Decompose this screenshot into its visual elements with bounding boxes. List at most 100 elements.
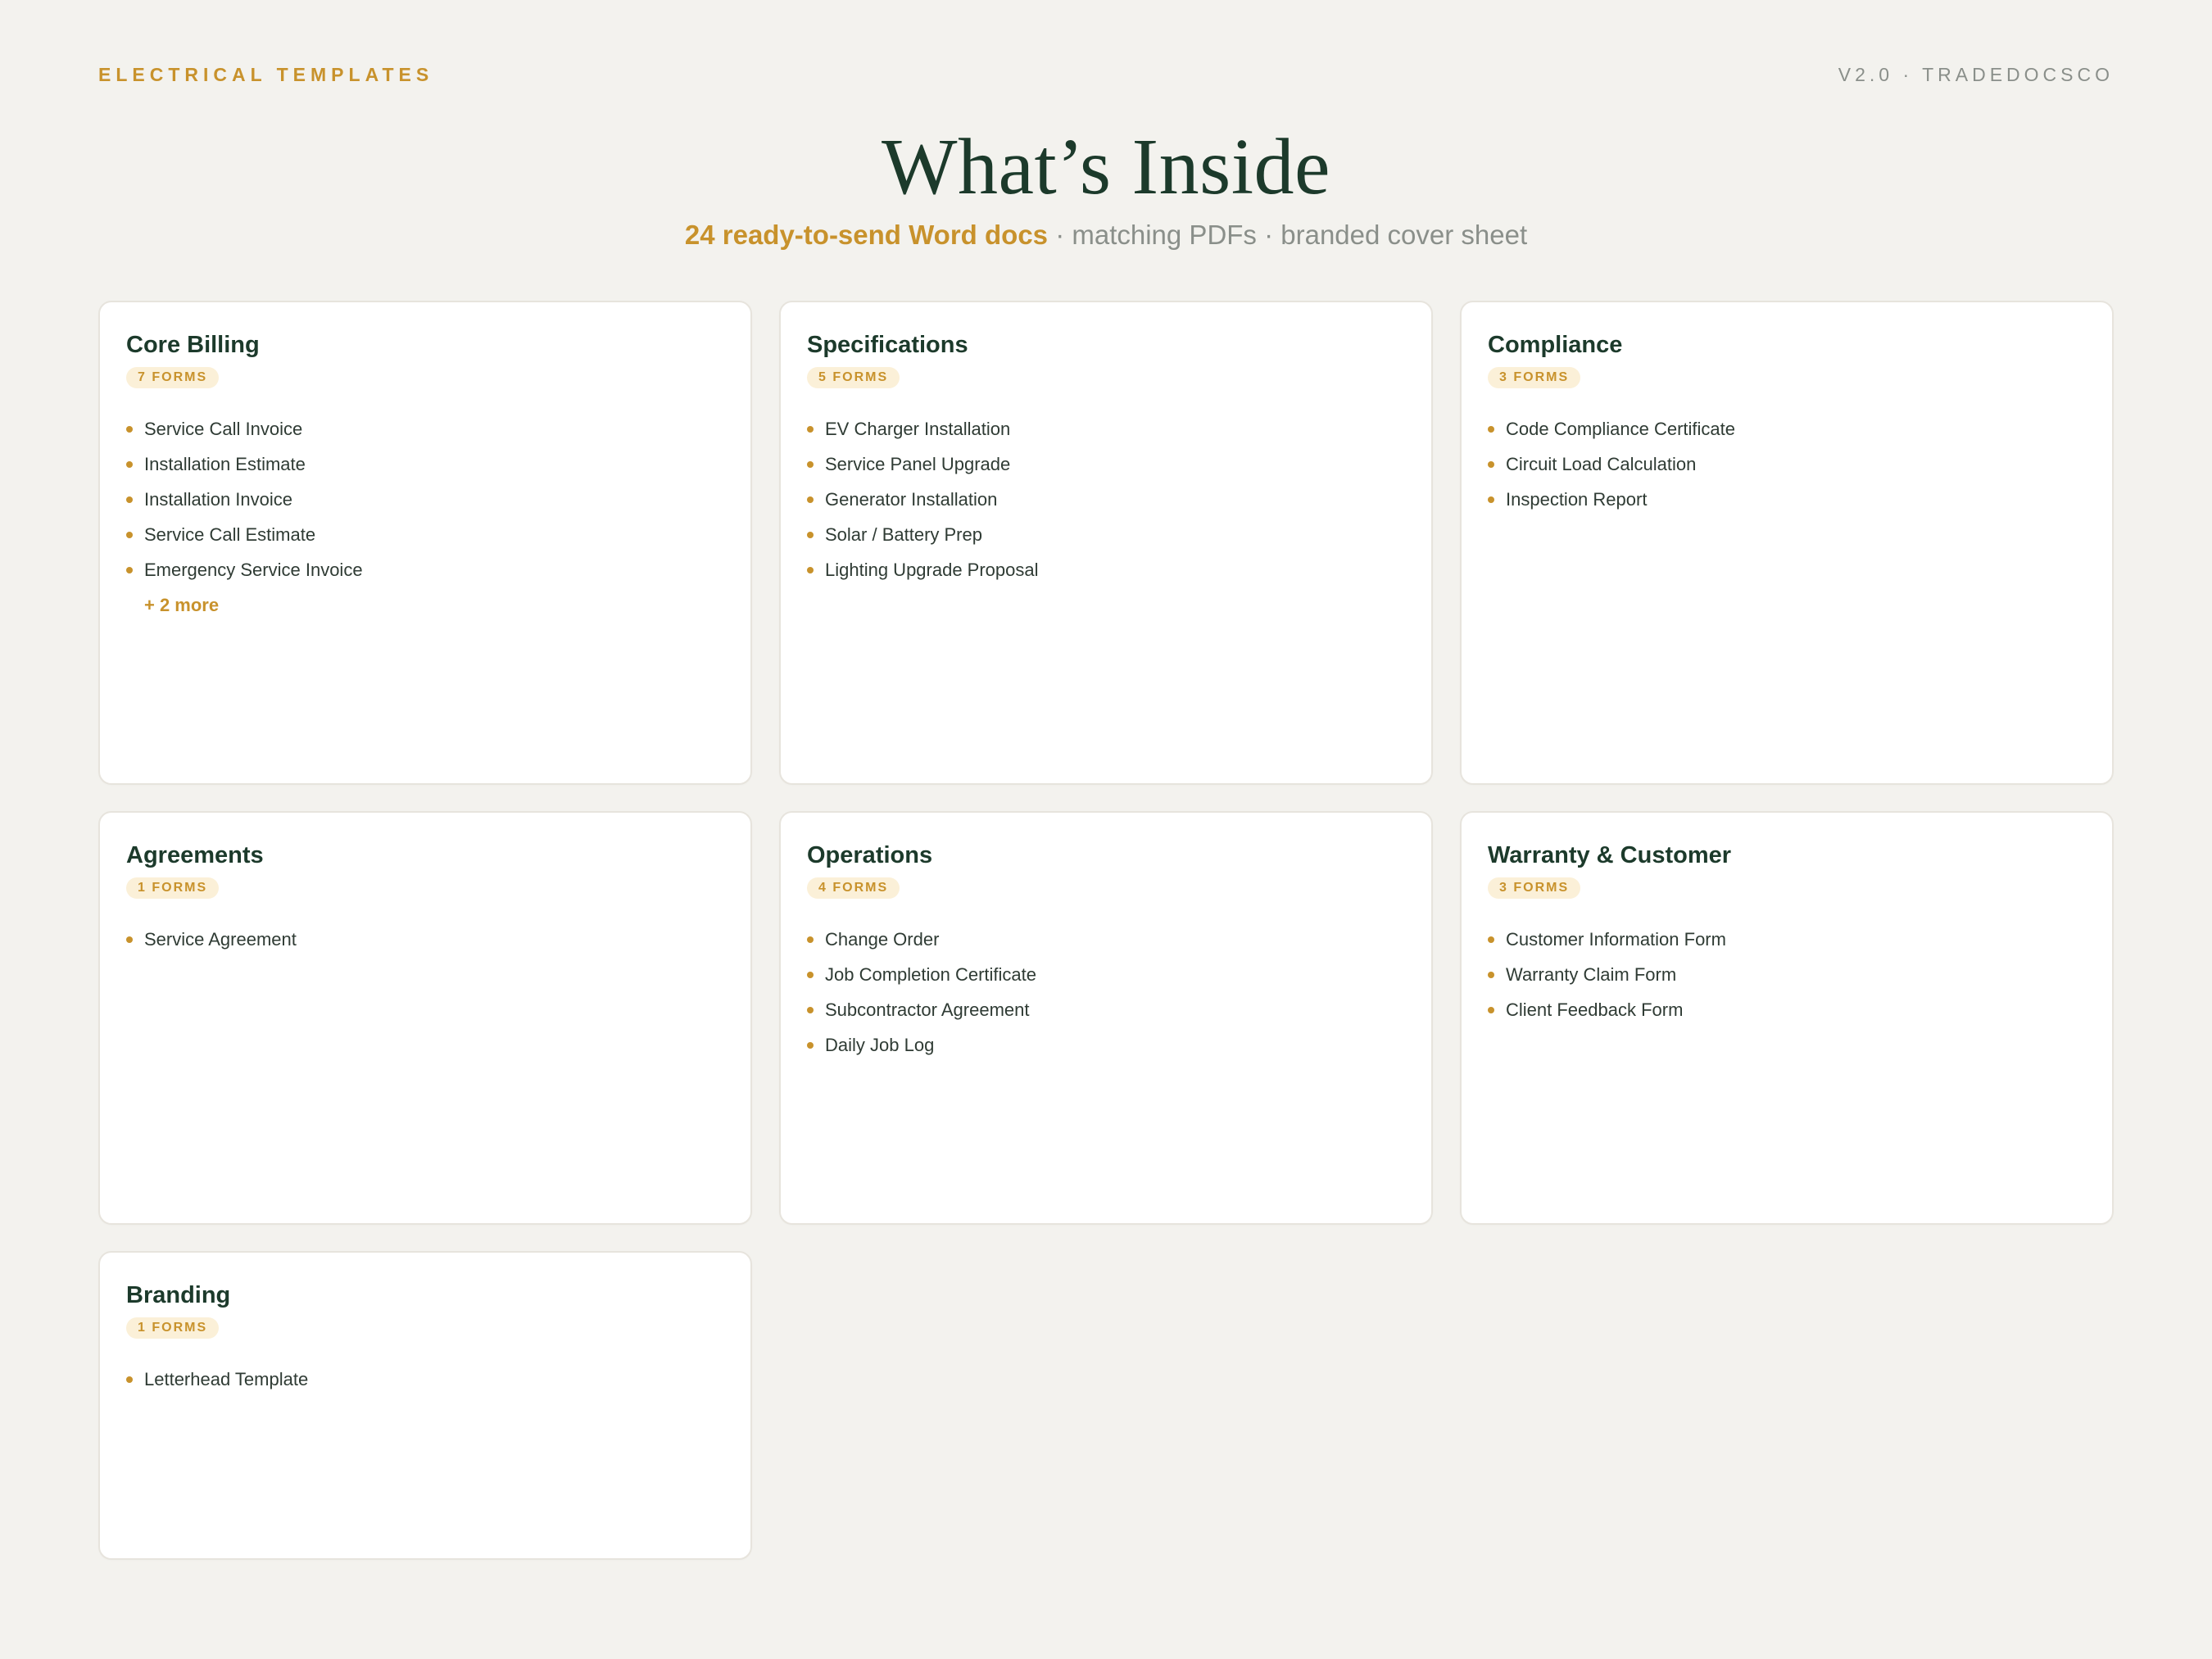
form-list: Service Agreement (126, 922, 724, 957)
list-item: Lighting Upgrade Proposal (807, 552, 1405, 587)
form-list: Code Compliance Certificate Circuit Load… (1488, 411, 2086, 517)
card-title: Warranty & Customer (1488, 842, 1732, 868)
bullet-icon (807, 426, 814, 433)
item-label: Circuit Load Calculation (1506, 454, 1697, 474)
form-list: Service Call Invoice Installation Estima… (126, 411, 724, 587)
item-label: Customer Information Form (1506, 929, 1726, 950)
version-label: V2.0 · TRADEDOCSCO (1838, 64, 2114, 85)
form-count-badge: 7 FORMS (126, 367, 220, 388)
bullet-icon (1488, 936, 1494, 943)
list-item: Circuit Load Calculation (1488, 446, 2086, 482)
form-count-badge: 1 FORMS (126, 1317, 220, 1339)
card-title: Branding (126, 1282, 231, 1308)
list-item: Daily Job Log (807, 1027, 1405, 1063)
form-list: Change Order Job Completion Certificate … (807, 922, 1405, 1063)
card-title: Core Billing (126, 332, 260, 358)
list-item: Warranty Claim Form (1488, 957, 2086, 992)
list-item: Emergency Service Invoice (126, 552, 724, 587)
list-item: EV Charger Installation (807, 411, 1405, 446)
form-list: Customer Information Form Warranty Claim… (1488, 922, 2086, 1027)
bullet-icon (126, 936, 133, 943)
bullet-icon (126, 1376, 133, 1383)
bullet-icon (1488, 461, 1494, 468)
list-item: Service Agreement (126, 922, 724, 957)
bullet-icon (126, 567, 133, 573)
bullet-icon (126, 461, 133, 468)
bullet-icon (1488, 426, 1494, 433)
list-item: Change Order (807, 922, 1405, 957)
card-title: Agreements (126, 842, 264, 868)
list-item: Job Completion Certificate (807, 957, 1405, 992)
list-item: Letterhead Template (126, 1362, 724, 1397)
card-title: Operations (807, 842, 933, 868)
item-label: Client Feedback Form (1506, 999, 1684, 1020)
list-item: Inspection Report (1488, 482, 2086, 517)
bullet-icon (807, 461, 814, 468)
item-label: Installation Estimate (144, 454, 306, 474)
list-item: Solar / Battery Prep (807, 517, 1405, 552)
item-label: Lighting Upgrade Proposal (825, 560, 1039, 580)
list-item: Installation Invoice (126, 482, 724, 517)
item-label: Service Call Estimate (144, 524, 316, 545)
bullet-icon (807, 1042, 814, 1049)
item-label: Installation Invoice (144, 489, 292, 510)
bullet-icon (807, 1007, 814, 1013)
form-count-badge: 3 FORMS (1488, 367, 1581, 388)
list-item: Code Compliance Certificate (1488, 411, 2086, 446)
top-bar: ELECTRICAL TEMPLATES V2.0 · TRADEDOCSCO (98, 64, 2114, 86)
more-items-link[interactable]: + 2 more (126, 587, 724, 623)
bullet-icon (1488, 1007, 1494, 1013)
bullet-icon (126, 532, 133, 538)
bullet-icon (807, 496, 814, 503)
item-label: Emergency Service Invoice (144, 560, 363, 580)
form-count-badge: 5 FORMS (807, 367, 900, 388)
item-label: Generator Installation (825, 489, 998, 510)
list-item: Installation Estimate (126, 446, 724, 482)
item-label: Subcontractor Agreement (825, 999, 1030, 1020)
bullet-icon (807, 972, 814, 978)
item-label: EV Charger Installation (825, 419, 1011, 439)
item-label: Daily Job Log (825, 1035, 935, 1055)
bullet-icon (807, 532, 814, 538)
form-count-badge: 1 FORMS (126, 877, 220, 899)
item-label: Service Agreement (144, 929, 297, 950)
item-label: Service Panel Upgrade (825, 454, 1011, 474)
list-item: Customer Information Form (1488, 922, 2086, 957)
brand-label: ELECTRICAL TEMPLATES (98, 64, 434, 85)
card-title: Specifications (807, 332, 968, 358)
item-label: Solar / Battery Prep (825, 524, 982, 545)
form-count-badge: 4 FORMS (807, 877, 900, 899)
bullet-icon (1488, 496, 1494, 503)
category-card-compliance: Compliance 3 FORMS Code Compliance Certi… (1460, 301, 2114, 785)
list-item: Subcontractor Agreement (807, 992, 1405, 1027)
list-item: Service Call Invoice (126, 411, 724, 446)
item-label: Job Completion Certificate (825, 964, 1037, 985)
category-card-operations: Operations 4 FORMS Change Order Job Comp… (779, 811, 1433, 1225)
form-count-badge: 3 FORMS (1488, 877, 1581, 899)
item-label: Code Compliance Certificate (1506, 419, 1736, 439)
bullet-icon (126, 496, 133, 503)
list-item: Generator Installation (807, 482, 1405, 517)
item-label: Letterhead Template (144, 1369, 309, 1389)
item-label: Service Call Invoice (144, 419, 303, 439)
item-label: Warranty Claim Form (1506, 964, 1677, 985)
card-title: Compliance (1488, 332, 1623, 358)
item-label: Change Order (825, 929, 940, 950)
subtitle-rest: · matching PDFs · branded cover sheet (1048, 220, 1528, 250)
bullet-icon (1488, 972, 1494, 978)
bullet-icon (807, 936, 814, 943)
item-label: Inspection Report (1506, 489, 1648, 510)
list-item: Service Panel Upgrade (807, 446, 1405, 482)
page-title: What’s Inside (881, 123, 1331, 211)
category-grid: Core Billing 7 FORMS Service Call Invoic… (98, 301, 2114, 1560)
list-item: Client Feedback Form (1488, 992, 2086, 1027)
category-card-agreements: Agreements 1 FORMS Service Agreement (98, 811, 752, 1225)
form-list: EV Charger Installation Service Panel Up… (807, 411, 1405, 587)
category-card-branding: Branding 1 FORMS Letterhead Template (98, 1251, 752, 1560)
subtitle-highlight: 24 ready-to-send Word docs (684, 220, 1049, 250)
list-item: Service Call Estimate (126, 517, 724, 552)
bullet-icon (807, 567, 814, 573)
category-card-specifications: Specifications 5 FORMS EV Charger Instal… (779, 301, 1433, 785)
category-card-warranty-customer: Warranty & Customer 3 FORMS Customer Inf… (1460, 811, 2114, 1225)
form-list: Letterhead Template (126, 1362, 724, 1397)
